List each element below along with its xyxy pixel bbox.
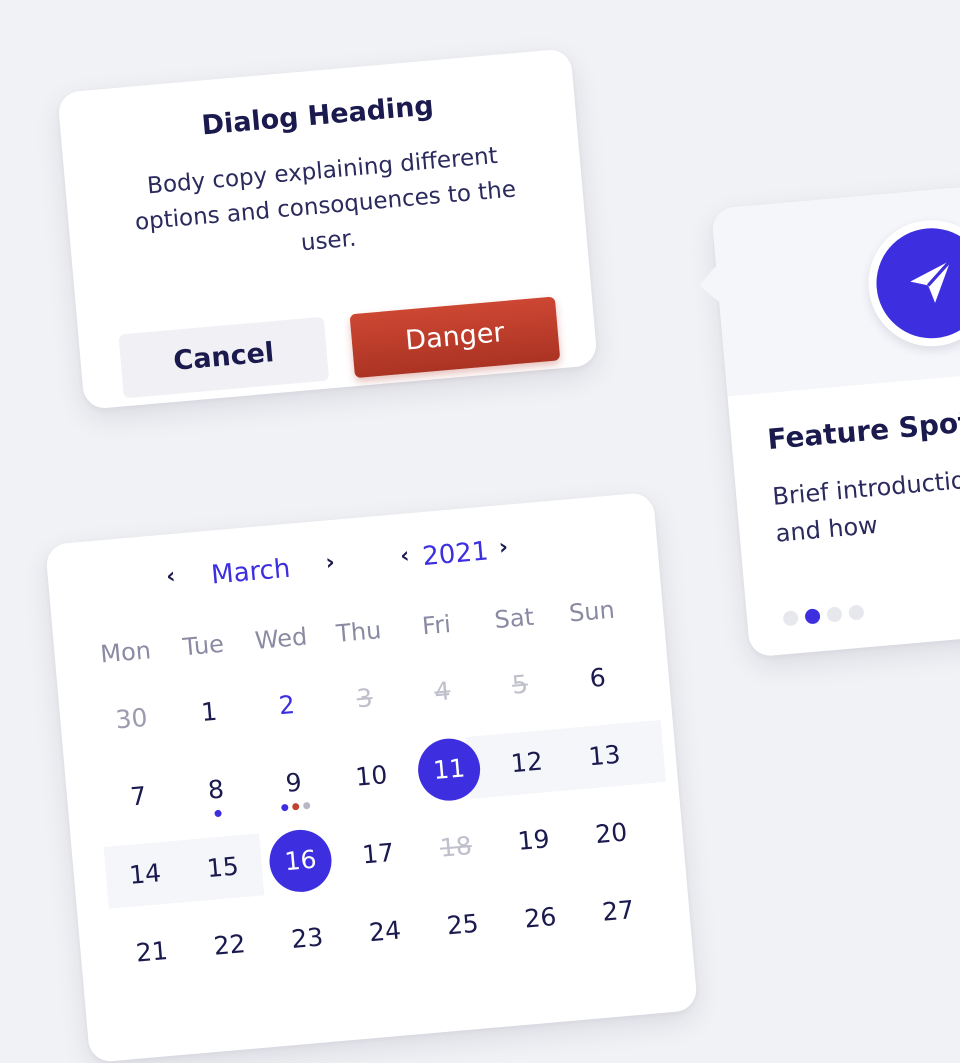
calendar-day[interactable]: 30 [90,685,173,754]
danger-button[interactable]: Danger [349,296,561,379]
dialog: Dialog Heading Body copy explaining diff… [57,48,598,410]
calendar-grid: Mon Tue Wed Thu Fri Sat Sun 30 1 2 3 4 5 6 7 8 9 10 11 12 13… [45,492,698,1063]
calendar-day[interactable]: 24 [343,898,426,967]
page-dot[interactable] [826,606,843,623]
spotlight-icon-badge [863,214,960,352]
spotlight-description: Brief introduction to the feature and ho… [771,450,960,548]
event-dot [214,809,222,818]
calendar-day: 4 [433,676,452,707]
calendar-day[interactable]: 10 [330,742,413,811]
page-dot-active[interactable] [804,608,821,625]
calendar-day[interactable]: 6 [556,644,639,713]
calendar-day[interactable]: 17 [337,820,420,889]
cancel-button[interactable]: Cancel [118,316,330,399]
event-dot [281,803,289,812]
event-indicators [214,809,222,818]
weekday-label: Mon [99,636,153,669]
calendar: ‹ March › ‹ 2021 › Mon Tue Wed Thu Fri Sat Sun… [45,491,698,1063]
calendar-day[interactable]: 23 [266,904,349,973]
calendar-day[interactable]: 26 [499,884,582,953]
calendar-day[interactable]: 12 [485,729,568,798]
calendar-day[interactable]: 20 [570,799,653,868]
page-dot[interactable] [782,610,799,627]
weekday-label: Sun [567,595,616,628]
selected-day-circle: 16 [266,827,335,895]
event-dot [291,802,300,811]
page-dot[interactable] [848,604,865,621]
calendar-day[interactable]: 9 [252,749,335,818]
spotlight-header [711,172,960,397]
calendar-day[interactable]: 25 [421,891,504,960]
calendar-day[interactable]: 1 [168,678,251,747]
calendar-day[interactable]: 27 [577,877,660,946]
event-dot [302,801,311,810]
calendar-day[interactable]: 19 [492,806,575,875]
dialog-body: Body copy explaining different options a… [134,142,517,257]
calendar-day[interactable]: 8 [174,756,257,825]
calendar-day[interactable]: 16 [259,827,342,896]
calendar-day: 18 [438,831,473,863]
feature-spotlight-card: Feature Spotlight Brief introduction to … [699,172,960,658]
pagination-dots [782,604,865,627]
calendar-day[interactable]: 22 [188,911,271,980]
calendar-day: 3 [355,683,374,714]
weekday-label: Sat [493,602,535,635]
calendar-day: 5 [510,669,530,700]
event-indicators [281,801,311,812]
calendar-day[interactable]: 7 [97,763,180,832]
weekday-label: Thu [335,616,383,648]
calendar-day[interactable]: 15 [181,833,264,902]
weekday-label: Fri [421,609,452,641]
send-icon [871,223,960,343]
calendar-day[interactable]: 13 [563,722,646,791]
calendar-day[interactable]: 2 [245,671,328,740]
calendar-day[interactable]: 21 [110,918,193,987]
spotlight-title: Feature Spotlight [766,399,960,457]
calendar-day[interactable]: 11 [408,735,491,804]
weekday-label: Tue [181,629,226,662]
weekday-label: Wed [253,622,309,656]
selected-day-circle: 11 [415,736,483,804]
calendar-day[interactable]: 14 [104,840,187,909]
